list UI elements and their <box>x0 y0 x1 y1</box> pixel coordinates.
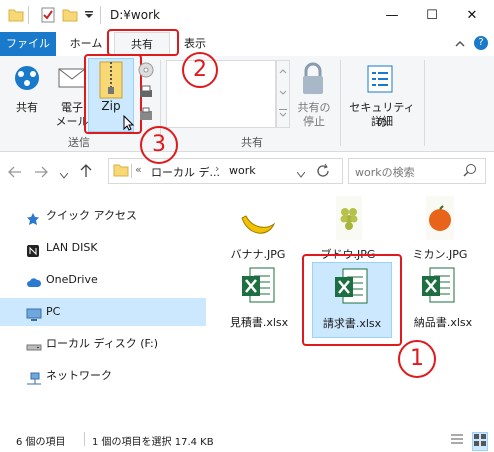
forward-arrow-icon[interactable] <box>34 166 48 181</box>
banana-thumbnail <box>240 210 276 243</box>
print-icon[interactable] <box>138 84 154 103</box>
close-button[interactable]: ✕ <box>452 0 492 32</box>
send-group-label: 送信 <box>68 136 90 149</box>
address-dropdown-icon[interactable] <box>296 168 306 181</box>
security-icon <box>366 64 396 97</box>
properties-icon[interactable] <box>40 7 56 23</box>
nav-onedrive[interactable]: OneDrive <box>0 266 206 294</box>
refresh-icon[interactable] <box>315 163 331 182</box>
lock-icon <box>300 62 326 99</box>
up-arrow-icon[interactable] <box>80 164 92 181</box>
breadcrumb-work[interactable]: work <box>229 164 256 177</box>
nav-quick-access[interactable]: クイック アクセス <box>0 202 206 230</box>
ribbon-separator <box>424 60 425 146</box>
grape-thumbnail <box>336 196 362 243</box>
file-item-delivery[interactable]: 納品書.xlsx <box>406 266 480 336</box>
ribbon-tabs: ファイル ホーム 共有 表示 ? <box>0 32 494 58</box>
window-title: D:¥work <box>110 8 160 22</box>
nas-icon <box>26 241 42 257</box>
nav-pc[interactable]: PC <box>0 298 206 326</box>
gallery-scroll[interactable] <box>276 60 290 128</box>
maximize-button[interactable]: ☐ <box>412 0 452 32</box>
burn-disc-icon[interactable] <box>138 62 154 81</box>
address-bar[interactable]: « ローカル デ... › work <box>108 158 343 184</box>
status-bar: 6 個の項目 1 個の項目を選択 17.4 KB <box>0 428 494 452</box>
large-icons-view-icon[interactable] <box>472 432 488 451</box>
file-list: バナナ.JPG ブドウ.JPG ミカン.JPG 見積書.xlsx 請求書.xls… <box>206 190 494 428</box>
minimize-button[interactable]: — <box>372 0 412 32</box>
fax-icon[interactable] <box>138 106 154 125</box>
callout-3: 3 <box>140 126 178 164</box>
navigation-pane: クイック アクセス LAN DISK OneDrive PC ローカル ディスク… <box>0 190 206 428</box>
breadcrumb-local-disk[interactable]: ローカル デ... <box>151 164 220 180</box>
annotation-box-share-tab <box>107 29 179 56</box>
search-box[interactable]: workの検索 <box>348 158 486 184</box>
help-icon[interactable]: ? <box>474 36 488 50</box>
search-input[interactable]: workの検索 <box>355 164 415 180</box>
nav-network[interactable]: ネットワーク <box>0 362 206 390</box>
tab-file[interactable]: ファイル <box>0 32 56 56</box>
ribbon-separator <box>340 60 341 146</box>
network-icon <box>26 369 42 385</box>
excel-icon <box>240 266 276 309</box>
nav-lan-disk[interactable]: LAN DISK <box>0 234 206 262</box>
share-button[interactable]: 共有 <box>4 62 50 122</box>
new-folder-icon[interactable] <box>62 7 78 23</box>
title-bar: D:¥work — ☐ ✕ <box>0 0 494 32</box>
folder-icon[interactable] <box>8 7 24 23</box>
details-view-icon[interactable] <box>450 432 464 449</box>
item-count: 6 個の項目 <box>16 437 66 448</box>
back-arrow-icon[interactable] <box>8 166 22 181</box>
star-icon <box>26 209 42 225</box>
search-icon[interactable] <box>463 163 477 180</box>
stop-sharing-button[interactable]: 共有の 停止 <box>292 62 336 132</box>
stop-share-label-2: 停止 <box>303 115 325 128</box>
file-item-estimate[interactable]: 見積書.xlsx <box>226 266 292 336</box>
folder-icon <box>113 163 129 180</box>
share-icon <box>12 62 42 97</box>
selection-info: 1 個の項目を選択 17.4 KB <box>92 437 214 448</box>
stop-share-label-1: 共有の <box>297 101 331 114</box>
breadcrumb-separator-icon: › <box>215 162 220 175</box>
chevron-up-icon[interactable] <box>454 38 466 53</box>
cloud-icon <box>26 273 42 287</box>
advanced-security-button[interactable]: セキュリティの 詳細 <box>344 62 420 132</box>
pc-icon <box>26 305 42 321</box>
share-label: 共有 <box>16 101 38 114</box>
callout-1: 1 <box>398 340 436 378</box>
callout-2: 2 <box>182 52 218 88</box>
recent-chevron-icon[interactable] <box>59 169 69 182</box>
drive-icon <box>26 337 42 351</box>
share-group-label: 共有 <box>241 136 263 149</box>
orange-thumbnail <box>426 196 454 243</box>
tab-home[interactable]: ホーム <box>60 32 112 56</box>
security-label-2: 詳細 <box>371 115 393 128</box>
annotation-box-invoice <box>302 254 402 346</box>
annotation-box-zip <box>84 54 142 134</box>
nav-local-disk-f[interactable]: ローカル ディスク (F:) <box>0 330 206 358</box>
chevron-down-icon[interactable] <box>84 10 100 26</box>
ribbon: 共有 電子 メール Zip 送信 共有の 停止 共有 セキュリティの 詳細 <box>0 54 494 152</box>
breadcrumb-overflow[interactable]: « <box>135 163 142 176</box>
excel-icon <box>420 266 456 309</box>
